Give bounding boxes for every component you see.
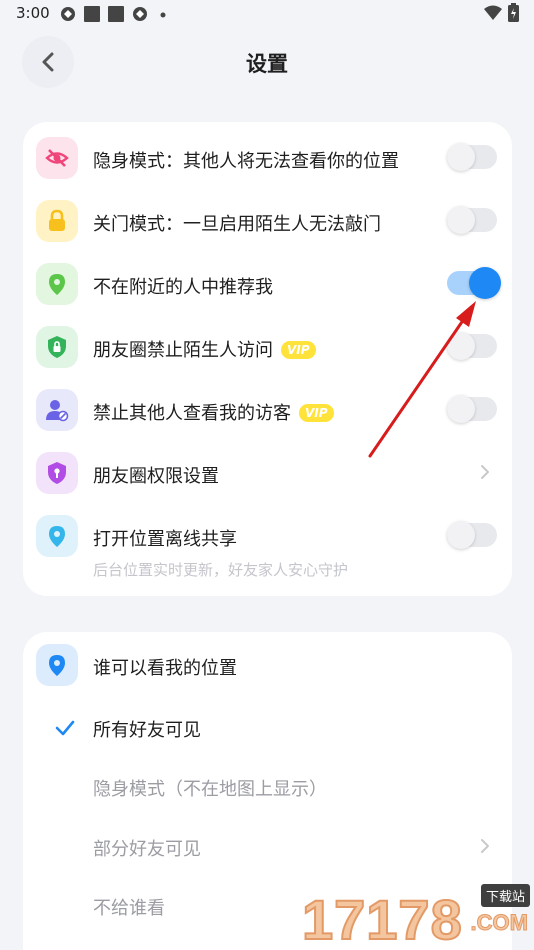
sync-icon (61, 7, 75, 21)
offline-location-share-toggle[interactable] (447, 521, 497, 549)
option-nobody[interactable]: 不给谁看 (93, 894, 165, 920)
door-lock-mode-label: 关门模式：一旦启用陌生人无法敲门 (93, 214, 381, 235)
page-title: 设置 (246, 52, 288, 76)
watermark-logo: 17178 下载站 .COM (301, 880, 534, 950)
app-notification-icon (84, 6, 100, 22)
shield-key-icon (36, 452, 78, 494)
eye-off-icon (36, 137, 78, 179)
offline-location-share-row: 打开位置离线共享 后台位置实时更新，好友家人安心守护 (23, 511, 512, 591)
nearby-recommend-label: 不在附近的人中推荐我 (93, 277, 273, 298)
location-pin-icon (36, 644, 78, 686)
location-visibility-header: 谁可以看我的位置 (23, 640, 512, 700)
moments-block-strangers-label: 朋友圈禁止陌生人访问 VIP (93, 336, 316, 362)
hide-visitors-label: 禁止其他人查看我的访客 VIP (93, 399, 334, 425)
nearby-recommend-toggle[interactable] (447, 267, 501, 299)
stealth-mode-label: 隐身模式：其他人将无法查看你的位置 (93, 151, 399, 172)
app-notification-icon-2 (108, 6, 124, 22)
moments-permissions-row[interactable]: 朋友圈权限设置 (23, 448, 512, 508)
moments-block-strangers-row: 朋友圈禁止陌生人访问 VIP (23, 322, 512, 382)
privacy-settings-card: 隐身模式：其他人将无法查看你的位置 关门模式：一旦启用陌生人无法敲门 不在附近的… (23, 122, 512, 596)
hide-visitors-row: 禁止其他人查看我的访客 VIP (23, 385, 512, 445)
vip-badge: VIP (299, 404, 334, 422)
watermark-suffix: .COM (470, 910, 528, 936)
wifi-icon (484, 5, 502, 20)
more-dot-icon (160, 12, 166, 18)
vip-badge: VIP (281, 341, 316, 359)
user-block-icon (36, 389, 78, 431)
chevron-right-icon (481, 839, 489, 853)
chevron-right-icon (481, 465, 489, 479)
nearby-recommend-row: 不在附近的人中推荐我 (23, 259, 512, 319)
door-lock-mode-row: 关门模式：一旦启用陌生人无法敲门 (23, 196, 512, 256)
option-stealth-mode[interactable]: 隐身模式（不在地图上显示） (93, 775, 327, 801)
checkmark-icon (55, 720, 75, 736)
option-some-friends[interactable]: 部分好友可见 (93, 835, 201, 861)
stealth-mode-toggle[interactable] (447, 143, 497, 171)
moments-block-strangers-toggle[interactable] (447, 332, 497, 360)
location-visibility-title: 谁可以看我的位置 (93, 658, 237, 679)
location-pin-icon (36, 515, 78, 557)
offline-location-share-label: 打开位置离线共享 (93, 529, 237, 550)
stealth-mode-row: 隐身模式：其他人将无法查看你的位置 (23, 133, 512, 193)
offline-location-share-hint: 后台位置实时更新，好友家人安心守护 (93, 561, 349, 579)
hide-visitors-toggle[interactable] (447, 395, 497, 423)
battery-icon (508, 3, 519, 22)
sync-icon-2 (133, 7, 147, 21)
watermark-number: 17178 (301, 888, 463, 950)
status-bar: 3:00 (0, 0, 534, 28)
location-pin-icon (36, 263, 78, 305)
lock-icon (36, 200, 78, 242)
watermark-tag: 下载站 (480, 884, 530, 907)
option-all-friends[interactable]: 所有好友可见 (93, 716, 201, 742)
shield-lock-icon (36, 326, 78, 368)
door-lock-mode-toggle[interactable] (447, 206, 497, 234)
status-time: 3:00 (16, 4, 50, 22)
moments-permissions-label: 朋友圈权限设置 (93, 466, 219, 487)
